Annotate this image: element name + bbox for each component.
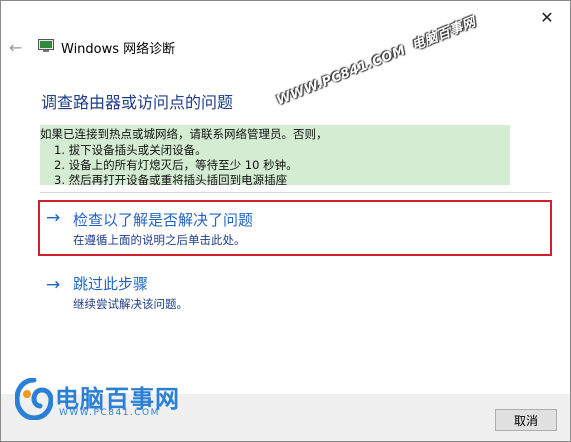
network-diagnostics-icon bbox=[38, 39, 54, 52]
check-problem-solved-option[interactable]: → 检查以了解是否解决了问题 在遵循上面的说明之后单击此处。 bbox=[38, 200, 552, 256]
watermark: WWW.PC841.COM电脑百事网 bbox=[273, 11, 478, 109]
page-title: 调查路由器或访问点的问题 bbox=[41, 93, 234, 112]
instruction-step: 2. 设备上的所有灯熄灭后，等待至少 10 秒钟。 bbox=[54, 158, 298, 172]
arrow-right-icon: → bbox=[46, 208, 61, 228]
back-button[interactable]: ← bbox=[9, 39, 27, 57]
window-title: Windows 网络诊断 bbox=[61, 42, 176, 57]
logo-mark-icon bbox=[15, 378, 53, 420]
arrow-right-icon: → bbox=[46, 275, 61, 295]
close-icon: ✕ bbox=[540, 7, 554, 27]
dialog-window: ✕ ← Windows 网络诊断 调查路由器或访问点的问题 如果已连接到热点或城… bbox=[0, 0, 571, 442]
cancel-button[interactable]: 取消 bbox=[495, 409, 557, 431]
option-description: 在遵循上面的说明之后单击此处。 bbox=[73, 233, 246, 247]
option-description: 继续尝试解决该问题。 bbox=[73, 297, 188, 311]
back-arrow-icon: ← bbox=[9, 38, 23, 57]
divider bbox=[40, 192, 551, 193]
logo-url: WWW.PC841.COM bbox=[59, 408, 160, 418]
site-logo: 电脑百事网 WWW.PC841.COM bbox=[15, 376, 179, 426]
instruction-step: 3. 然后再打开设备或重将插头插回到电源插座 bbox=[54, 173, 288, 185]
skip-step-option[interactable]: → 跳过此步骤 继续尝试解决该问题。 bbox=[40, 273, 550, 313]
option-title[interactable]: 检查以了解是否解决了问题 bbox=[73, 209, 253, 230]
option-title[interactable]: 跳过此步骤 bbox=[73, 273, 148, 294]
instruction-step: 1. 拔下设备插头或关闭设备。 bbox=[54, 143, 207, 157]
watermark-url: WWW.PC841.COM bbox=[274, 43, 409, 109]
watermark-name: 电脑百事网 bbox=[409, 14, 479, 54]
close-button[interactable]: ✕ bbox=[532, 5, 562, 29]
instructions-intro: 如果已连接到热点或城网络，请联系网络管理员。否则， bbox=[40, 127, 328, 141]
instructions-box: 如果已连接到热点或城网络，请联系网络管理员。否则， 1. 拔下设备插头或关闭设备… bbox=[40, 125, 510, 185]
